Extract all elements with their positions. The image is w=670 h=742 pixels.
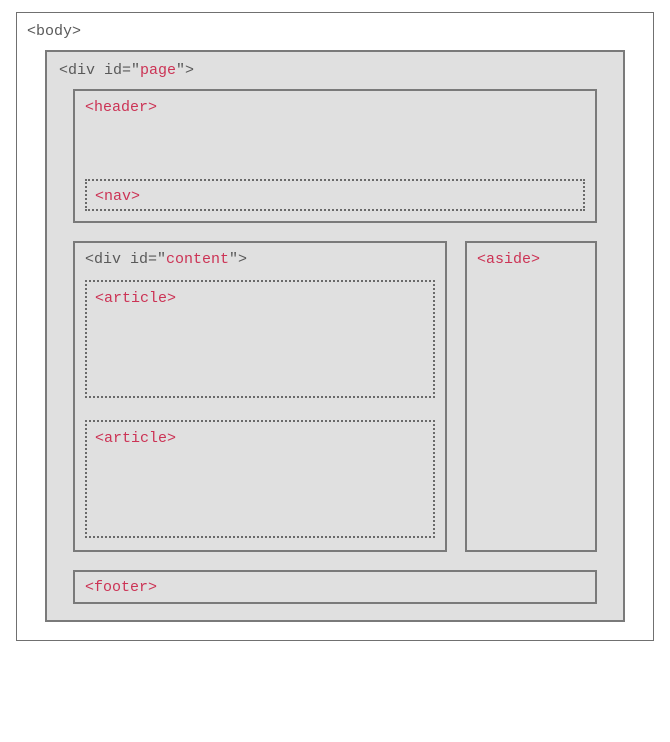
middle-row: <div id="content"> <article> <article> <…	[73, 241, 597, 552]
footer-frame: <footer>	[73, 570, 597, 604]
aside-tag-label: <aside>	[477, 249, 585, 270]
article-frame-1: <article>	[85, 280, 435, 398]
article-tag-label-1: <article>	[95, 288, 425, 309]
header-tag-label: <header>	[85, 97, 585, 118]
aside-frame: <aside>	[465, 241, 597, 552]
page-tag-label: <div id="page">	[59, 60, 611, 81]
footer-tag-label: <footer>	[85, 577, 585, 598]
nav-frame: <nav>	[85, 179, 585, 211]
body-tag-label: <body>	[27, 21, 643, 42]
content-frame: <div id="content"> <article> <article>	[73, 241, 447, 552]
body-frame: <body> <div id="page"> <header> <nav> <d…	[16, 12, 654, 641]
article-tag-label-2: <article>	[95, 428, 425, 449]
nav-tag-label: <nav>	[95, 186, 575, 207]
page-frame: <div id="page"> <header> <nav> <div id="…	[45, 50, 625, 622]
header-frame: <header> <nav>	[73, 89, 597, 223]
article-frame-2: <article>	[85, 420, 435, 538]
content-tag-label: <div id="content">	[85, 249, 435, 270]
